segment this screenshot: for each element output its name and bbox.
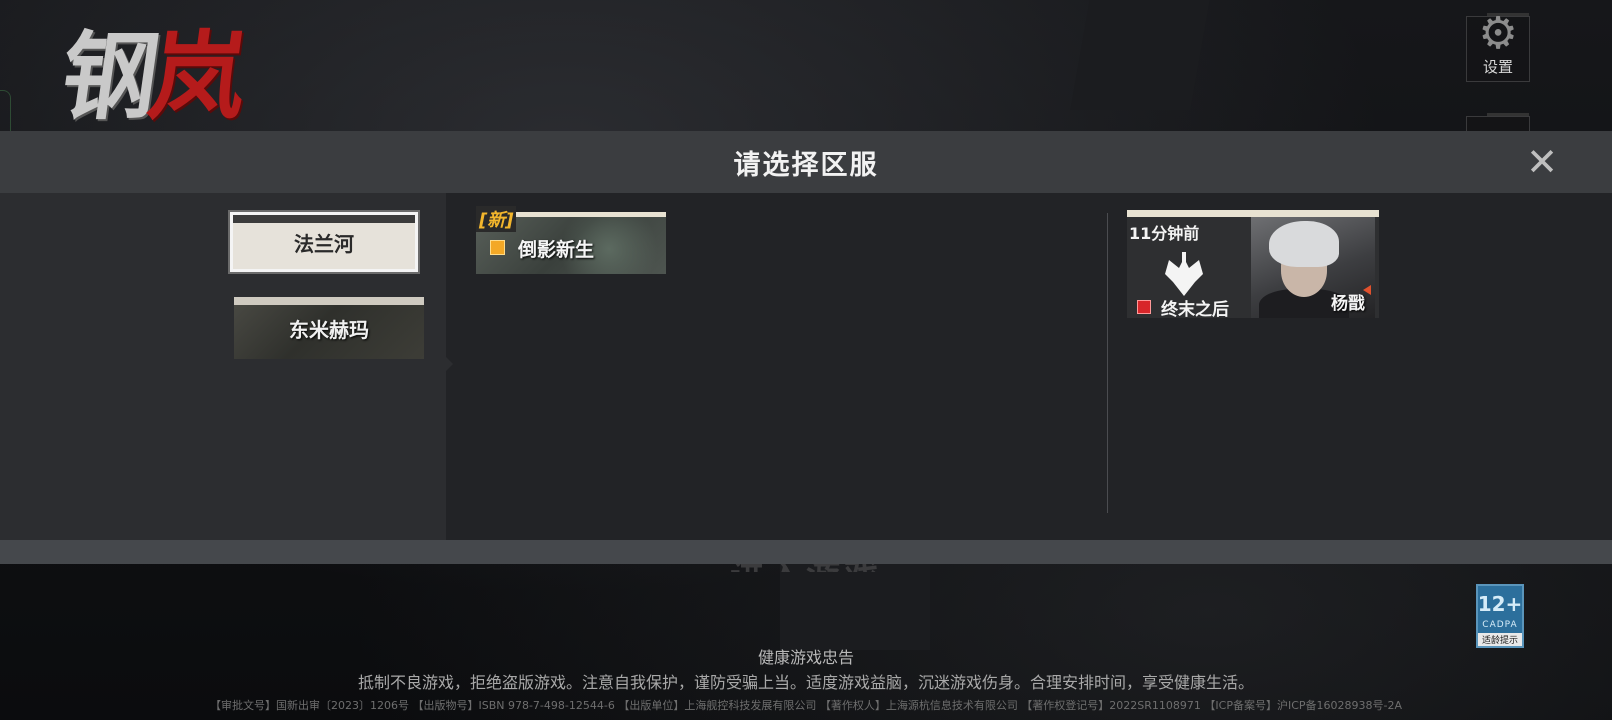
- age-rating-tip: 适龄提示: [1478, 633, 1522, 646]
- server-status-indicator: [1137, 300, 1151, 314]
- new-tag: [新]: [476, 206, 517, 232]
- health-notice-body: 抵制不良游戏，拒绝盗版游戏。注意自我保护，谨防受骗上当。适度游戏益脑，沉迷游戏伤…: [357, 673, 1254, 692]
- region-strip: [234, 297, 424, 305]
- background-structure: [780, 560, 930, 650]
- region-label: 法兰河: [294, 231, 354, 256]
- server-list: [新] 倒影新生 11分钟前 终末之后 杨戬: [446, 193, 1612, 540]
- character-name: 杨戬: [1331, 294, 1365, 314]
- background-structure: [1070, 0, 1210, 110]
- age-rating-badge[interactable]: 12+ CADPA 适龄提示: [1476, 584, 1524, 648]
- region-label: 东米赫玛: [289, 317, 369, 342]
- dialog-title: 请选择区服: [733, 149, 879, 181]
- server-card-new[interactable]: [新] 倒影新生: [476, 206, 666, 274]
- list-notch: [444, 355, 453, 373]
- server-name: 终末之后: [1161, 300, 1229, 318]
- settings-label: 设置: [1482, 58, 1513, 76]
- region-strip: [233, 215, 415, 223]
- last-login-time: 11分钟前: [1129, 224, 1200, 243]
- age-rating-label: 12+: [1477, 592, 1523, 616]
- legal-text: 【审批文号】国新出审〔2023〕1206号 【出版物号】ISBN 978-7-4…: [209, 699, 1403, 712]
- card-topbar: [1127, 210, 1379, 217]
- settings-button[interactable]: ⚙ 设置: [1466, 12, 1530, 82]
- portrait-hair: [1269, 221, 1339, 267]
- dialog-body: 法兰河 东米赫玛 [新] 倒影新生 11分钟前 终末之后 杨戬: [0, 193, 1612, 540]
- character-portrait: 杨戬: [1251, 217, 1375, 318]
- dialog-header: 请选择区服 ✕: [0, 131, 1612, 193]
- game-logo: 钢岚: [54, 22, 247, 132]
- server-name: 倒影新生: [518, 239, 595, 261]
- health-notice-title: 健康游戏忠告: [757, 648, 854, 667]
- gear-icon: ⚙: [1478, 8, 1518, 59]
- list-divider: [1107, 213, 1108, 513]
- faction-emblem-icon: [1165, 252, 1203, 296]
- dialog-footer: [0, 540, 1612, 564]
- close-icon[interactable]: ✕: [1524, 143, 1560, 181]
- server-status-indicator: [490, 240, 505, 255]
- recent-server-card[interactable]: 11分钟前 终末之后 杨戬: [1127, 210, 1379, 318]
- age-rating-org: CADPA: [1482, 619, 1518, 630]
- region-dongmihema[interactable]: 东米赫玛: [234, 297, 424, 359]
- region-falanhe[interactable]: 法兰河: [228, 210, 420, 274]
